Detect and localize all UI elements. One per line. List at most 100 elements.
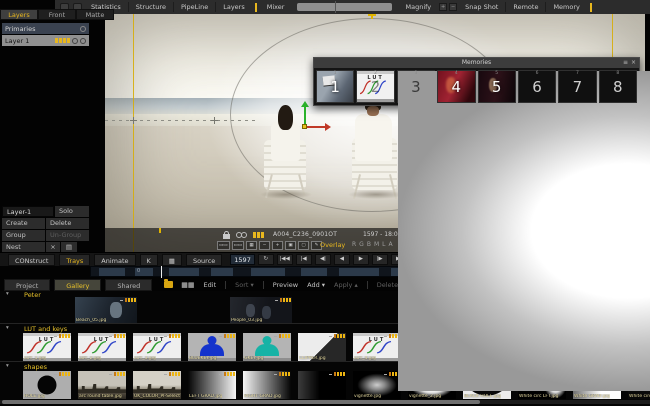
collapse-icon[interactable]: ▾ [6, 291, 9, 297]
memories-close-icon[interactable]: × [631, 58, 636, 68]
pipeline-button[interactable]: PipeLine [174, 0, 215, 14]
ungroup-button[interactable]: Un-Group [46, 230, 89, 241]
memory-slot-6[interactable]: 66 [518, 70, 556, 103]
memory-button[interactable]: Memory [546, 0, 586, 14]
delete-button[interactable]: Delete [46, 218, 89, 229]
gallery-thumbnail[interactable]: GKEY.jpg [243, 333, 291, 361]
preview-button[interactable]: Preview [273, 279, 298, 291]
bypass-icon[interactable] [80, 26, 86, 32]
gallery-tab-shared[interactable]: Shared [105, 279, 152, 291]
magnify-plus-button[interactable]: + [439, 3, 447, 11]
transport-step-forward-button[interactable]: |▶ [372, 254, 388, 265]
memory-slot-3[interactable]: 33 [397, 70, 435, 103]
solo-button[interactable]: Solo [55, 206, 89, 217]
transport-play-button[interactable]: ▶ [353, 254, 369, 265]
layer-name-field[interactable]: Layer-1 [2, 206, 54, 217]
link-icon[interactable] [236, 232, 247, 238]
bypass-icon[interactable] [80, 38, 86, 44]
playhead[interactable] [161, 266, 162, 278]
channel-g-button[interactable]: G [359, 241, 364, 248]
channel-b-button[interactable]: B [367, 241, 371, 248]
gallery-thumbnail[interactable]: People_03.jpg [230, 297, 292, 323]
gallery-tab-gallery[interactable]: Gallery [54, 279, 101, 291]
layers-button[interactable]: Layers [216, 0, 252, 14]
fit-view-icon[interactable]: ▢ [298, 241, 309, 250]
snapshot-button[interactable]: Snap Shot [458, 0, 505, 14]
magnify-button[interactable]: Magnify [398, 0, 438, 14]
gizmo-x-axis[interactable] [306, 126, 326, 128]
one-to-one-icon[interactable]: ▣ [285, 241, 296, 250]
primaries-row[interactable]: Primaries [2, 23, 89, 34]
memory-slot-2[interactable]: 2LUT2 [356, 70, 394, 103]
layer-panel-tab-front[interactable]: Front [38, 9, 76, 20]
transport-prev-cut-button[interactable]: |◀ [296, 254, 312, 265]
current-frame-field[interactable]: 1597 [230, 254, 255, 265]
thumbnail-grid-icon[interactable]: ▦▦ [181, 281, 194, 289]
mix-view-icon[interactable]: ▦ [246, 241, 257, 250]
memories-menu-icon[interactable]: ≡ [623, 58, 628, 68]
remote-button[interactable]: Remote [506, 0, 545, 14]
delete-tray-button[interactable]: Delete [377, 279, 398, 291]
structure-button[interactable]: Structure [129, 0, 173, 14]
mixer-button[interactable]: Mixer [260, 0, 292, 14]
collapse-icon[interactable]: ▾ [6, 325, 9, 331]
zoom-out-icon[interactable]: − [259, 241, 270, 250]
channel-a-button[interactable]: A [388, 241, 392, 248]
transport-step-back-button[interactable]: ◀| [315, 254, 331, 265]
channel-m-button[interactable]: M [374, 241, 379, 248]
memory-slot-8[interactable]: 88 [599, 70, 637, 103]
transport-play-reverse-button[interactable]: ◀ [334, 254, 350, 265]
layer-panel-tab-layers[interactable]: Layers [0, 9, 38, 20]
add-button[interactable]: Add ▾ [307, 279, 325, 291]
collapse-icon[interactable]: ▾ [6, 363, 9, 369]
animate-button[interactable]: Animate [94, 254, 135, 266]
solo-icon[interactable] [72, 38, 78, 44]
keyframe-button[interactable]: K [140, 254, 158, 266]
gallery-thumbnail[interactable]: LUTLUT_3.jpg [133, 333, 181, 361]
mode-grid-icon[interactable]: ▦ [162, 254, 182, 266]
compare-ab-icon[interactable]: ▭▭ [217, 241, 230, 250]
memory-slot-1[interactable]: 11 [316, 70, 354, 103]
edit-button[interactable]: Edit [204, 279, 217, 291]
layer1-row[interactable]: Layer 1 [2, 35, 89, 46]
compare-split-icon[interactable]: ▭▭ [232, 241, 245, 250]
transport-loop-button[interactable]: ↻ [258, 254, 274, 265]
memory-slot-5[interactable]: 55 [478, 70, 516, 103]
gallery-thumbnail[interactable]: UK_COLOR_PI-SelectTITAN.jpg [133, 371, 181, 399]
channel-r-button[interactable]: R [352, 241, 356, 248]
horizontal-scrollbar[interactable] [0, 400, 650, 404]
gallery-thumbnail[interactable]: LEFT GRAD.jpg [188, 371, 236, 399]
zoom-in-icon[interactable]: + [272, 241, 283, 250]
transport-jump-start-button[interactable]: |◀◀ [277, 254, 293, 265]
gallery-tab-project[interactable]: Project [4, 279, 50, 291]
shape-top-handle[interactable] [368, 14, 376, 16]
construct-button[interactable]: CONstruct [8, 254, 55, 266]
sort-button[interactable]: Sort ▾ [235, 279, 254, 291]
trays-button[interactable]: Trays [59, 254, 90, 266]
create-button[interactable]: Create [2, 218, 45, 229]
source-button[interactable]: Source [186, 254, 222, 266]
gallery-thumbnail[interactable]: BLUEKEY.jpg [188, 333, 236, 361]
memory-slot-4[interactable]: 44 [437, 70, 475, 103]
memories-titlebar[interactable]: Memories ≡ × [314, 58, 639, 68]
gallery-thumbnail[interactable]: arc round table.jpg [78, 371, 126, 399]
gallery-thumbnail[interactable]: LUTLUT_2.jpg [78, 333, 126, 361]
channel-l-button[interactable]: L [382, 241, 385, 248]
gallery-thumbnail[interactable]: RIGHT GRAD.jpg [243, 371, 291, 399]
gallery-thumbnail[interactable]: vignette.jpg [353, 371, 401, 399]
apply-button[interactable]: Apply ▴ [334, 279, 358, 291]
gallery-thumbnail[interactable]: HOLE.jpg [23, 371, 71, 399]
lock-icon[interactable] [223, 231, 230, 239]
folder-icon[interactable] [164, 281, 173, 288]
gallery-thumbnail[interactable]: Beach_05.jpg [75, 297, 137, 323]
layer-panel-tab-matte[interactable]: Matte [76, 9, 114, 20]
gallery-thumbnail[interactable] [298, 371, 346, 399]
gallery-thumbnail[interactable]: LUTLUT_4.jpg [353, 333, 401, 361]
mix-slider[interactable] [297, 3, 392, 11]
magnify-minus-button[interactable]: − [449, 3, 457, 11]
overlay-toggle[interactable]: Overlay [320, 241, 345, 249]
group-button[interactable]: Group [2, 230, 45, 241]
memory-slot-7[interactable]: 77 [558, 70, 596, 103]
gizmo-origin-handle[interactable] [302, 124, 307, 129]
gallery-thumbnail[interactable]: CLIPPER.jpg [298, 333, 346, 361]
